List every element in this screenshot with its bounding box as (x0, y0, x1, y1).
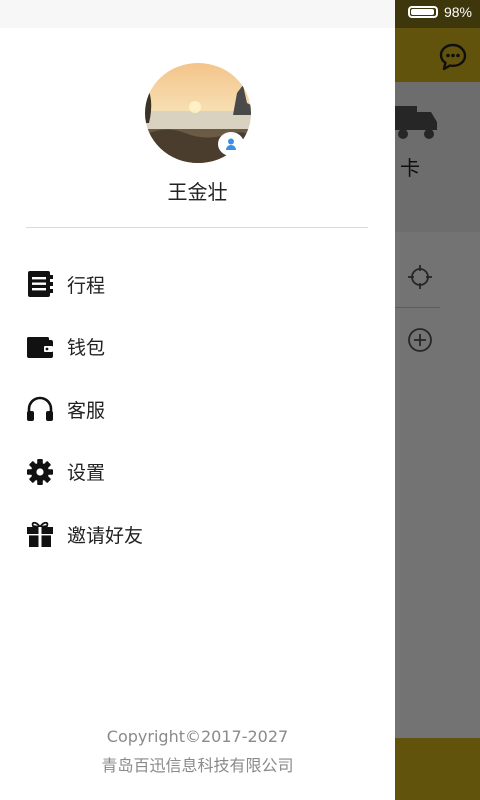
screen: 卡 98% (0, 0, 480, 800)
menu-label: 客服 (67, 399, 106, 422)
drawer-status-bar (0, 0, 395, 28)
menu-label: 钱包 (67, 337, 106, 360)
itinerary-book-icon (26, 270, 54, 298)
navigation-drawer: 王金壮 行程 钱包 客服 设置 邀请好友 Copyright©2017-2027… (0, 0, 395, 800)
menu-item-wallet[interactable]: 钱包 (0, 316, 395, 379)
drawer-menu: 行程 钱包 客服 设置 邀请好友 (0, 253, 395, 566)
menu-item-itinerary[interactable]: 行程 (0, 253, 395, 316)
status-bar-right: 98% (407, 4, 472, 20)
menu-label: 邀请好友 (67, 524, 144, 547)
battery-percent: 98% (443, 4, 472, 20)
company-name: 青岛百迅信息科技有限公司 (101, 756, 294, 775)
drawer-footer: Copyright©2017-2027 青岛百迅信息科技有限公司 (0, 722, 395, 780)
headphones-icon (26, 395, 54, 423)
wallet-icon (26, 333, 54, 361)
menu-item-settings[interactable]: 设置 (0, 441, 395, 504)
gear-icon (26, 458, 54, 486)
user-name: 王金壮 (167, 180, 228, 204)
copyright-text: Copyright©2017-2027 (106, 727, 289, 746)
battery-icon (407, 6, 438, 18)
verified-user-badge-icon (218, 132, 244, 156)
menu-item-invite-friends[interactable]: 邀请好友 (0, 503, 395, 566)
menu-label: 设置 (67, 462, 106, 485)
gift-icon (26, 520, 54, 548)
menu-item-customer-service[interactable]: 客服 (0, 378, 395, 441)
divider (26, 227, 368, 228)
menu-label: 行程 (67, 274, 106, 297)
